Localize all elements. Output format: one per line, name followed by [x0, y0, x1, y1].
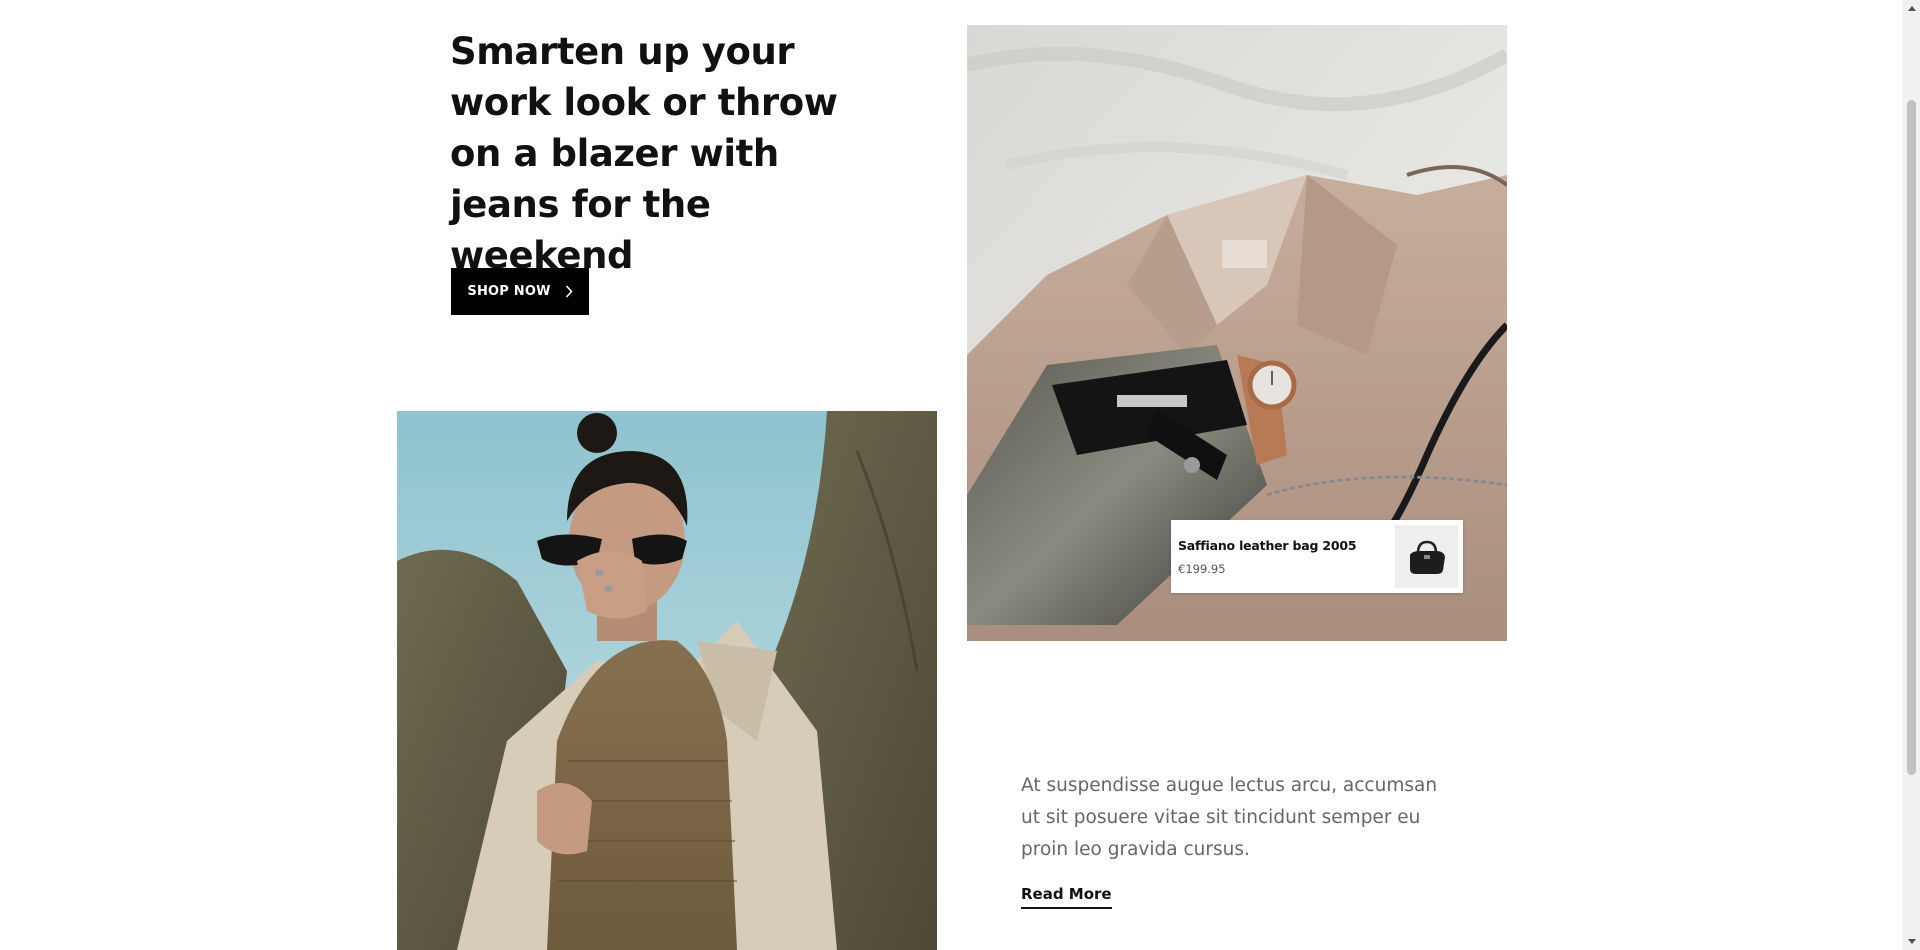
- product-card[interactable]: Saffiano leather bag 2005 €199.95: [1171, 520, 1463, 593]
- read-more-link[interactable]: Read More: [1021, 885, 1112, 909]
- article-body-text: At suspendisse augue lectus arcu, accums…: [1021, 775, 1438, 860]
- product-thumbnail[interactable]: [1395, 525, 1458, 588]
- page: Smarten up your work look or throw on a …: [0, 0, 1920, 950]
- shop-now-label: SHOP NOW: [467, 284, 551, 299]
- product-info: Saffiano leather bag 2005 €199.95: [1171, 538, 1395, 576]
- product-name: Saffiano leather bag 2005: [1178, 537, 1357, 553]
- scrollbar-thumb[interactable]: [1907, 100, 1916, 775]
- hero-headline: Smarten up your work look or throw on a …: [450, 30, 838, 277]
- scrollbar[interactable]: [1903, 0, 1920, 950]
- chevron-right-icon: [565, 285, 573, 298]
- shop-now-button[interactable]: SHOP NOW: [451, 268, 589, 315]
- woman-coat-image[interactable]: [397, 411, 937, 950]
- product-price: €199.95: [1178, 561, 1226, 576]
- scroll-down-arrow-icon[interactable]: [1903, 933, 1920, 950]
- handbag-icon: [1409, 540, 1445, 574]
- scroll-up-arrow-icon[interactable]: [1903, 0, 1920, 17]
